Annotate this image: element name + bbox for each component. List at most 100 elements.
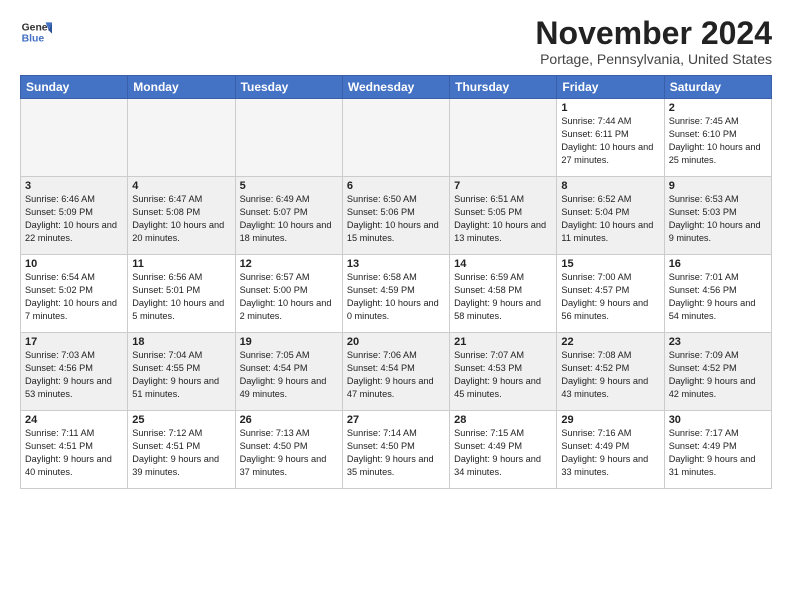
day-number: 24 [25,414,123,426]
day-number: 20 [347,336,445,348]
table-row: 13Sunrise: 6:58 AMSunset: 4:59 PMDayligh… [342,255,449,333]
table-row: 1Sunrise: 7:44 AMSunset: 6:11 PMDaylight… [557,99,664,177]
day-number: 4 [132,180,230,192]
day-info: Sunrise: 7:14 AMSunset: 4:50 PMDaylight:… [347,427,445,479]
day-info: Sunrise: 7:15 AMSunset: 4:49 PMDaylight:… [454,427,552,479]
day-number: 19 [240,336,338,348]
svg-text:Blue: Blue [22,34,45,45]
day-info: Sunrise: 6:50 AMSunset: 5:06 PMDaylight:… [347,193,445,245]
col-monday: Monday [128,76,235,99]
day-number: 30 [669,414,767,426]
day-number: 15 [561,258,659,270]
col-sunday: Sunday [21,76,128,99]
month-title: November 2024 [535,16,772,51]
calendar-week-row: 3Sunrise: 6:46 AMSunset: 5:09 PMDaylight… [21,177,772,255]
location-subtitle: Portage, Pennsylvania, United States [535,51,772,67]
day-info: Sunrise: 7:03 AMSunset: 4:56 PMDaylight:… [25,349,123,401]
table-row: 10Sunrise: 6:54 AMSunset: 5:02 PMDayligh… [21,255,128,333]
table-row: 11Sunrise: 6:56 AMSunset: 5:01 PMDayligh… [128,255,235,333]
table-row: 5Sunrise: 6:49 AMSunset: 5:07 PMDaylight… [235,177,342,255]
day-number: 5 [240,180,338,192]
day-number: 10 [25,258,123,270]
col-tuesday: Tuesday [235,76,342,99]
table-row: 28Sunrise: 7:15 AMSunset: 4:49 PMDayligh… [450,411,557,489]
table-row [235,99,342,177]
day-info: Sunrise: 6:47 AMSunset: 5:08 PMDaylight:… [132,193,230,245]
col-wednesday: Wednesday [342,76,449,99]
table-row: 18Sunrise: 7:04 AMSunset: 4:55 PMDayligh… [128,333,235,411]
table-row: 20Sunrise: 7:06 AMSunset: 4:54 PMDayligh… [342,333,449,411]
day-number: 2 [669,102,767,114]
table-row: 17Sunrise: 7:03 AMSunset: 4:56 PMDayligh… [21,333,128,411]
day-number: 27 [347,414,445,426]
table-row: 26Sunrise: 7:13 AMSunset: 4:50 PMDayligh… [235,411,342,489]
day-number: 29 [561,414,659,426]
calendar-week-row: 1Sunrise: 7:44 AMSunset: 6:11 PMDaylight… [21,99,772,177]
table-row: 14Sunrise: 6:59 AMSunset: 4:58 PMDayligh… [450,255,557,333]
day-info: Sunrise: 6:53 AMSunset: 5:03 PMDaylight:… [669,193,767,245]
day-number: 25 [132,414,230,426]
table-row: 30Sunrise: 7:17 AMSunset: 4:49 PMDayligh… [664,411,771,489]
day-number: 17 [25,336,123,348]
table-row: 23Sunrise: 7:09 AMSunset: 4:52 PMDayligh… [664,333,771,411]
day-info: Sunrise: 6:57 AMSunset: 5:00 PMDaylight:… [240,271,338,323]
calendar-table: Sunday Monday Tuesday Wednesday Thursday… [20,75,772,489]
logo: General Blue [20,16,52,48]
table-row: 8Sunrise: 6:52 AMSunset: 5:04 PMDaylight… [557,177,664,255]
table-row [450,99,557,177]
table-row: 21Sunrise: 7:07 AMSunset: 4:53 PMDayligh… [450,333,557,411]
day-info: Sunrise: 7:12 AMSunset: 4:51 PMDaylight:… [132,427,230,479]
table-row: 12Sunrise: 6:57 AMSunset: 5:00 PMDayligh… [235,255,342,333]
day-number: 18 [132,336,230,348]
day-info: Sunrise: 6:49 AMSunset: 5:07 PMDaylight:… [240,193,338,245]
table-row: 16Sunrise: 7:01 AMSunset: 4:56 PMDayligh… [664,255,771,333]
table-row: 4Sunrise: 6:47 AMSunset: 5:08 PMDaylight… [128,177,235,255]
day-info: Sunrise: 7:17 AMSunset: 4:49 PMDaylight:… [669,427,767,479]
day-info: Sunrise: 7:00 AMSunset: 4:57 PMDaylight:… [561,271,659,323]
day-info: Sunrise: 6:52 AMSunset: 5:04 PMDaylight:… [561,193,659,245]
day-number: 9 [669,180,767,192]
calendar-header-row: Sunday Monday Tuesday Wednesday Thursday… [21,76,772,99]
col-friday: Friday [557,76,664,99]
day-info: Sunrise: 7:04 AMSunset: 4:55 PMDaylight:… [132,349,230,401]
table-row: 9Sunrise: 6:53 AMSunset: 5:03 PMDaylight… [664,177,771,255]
table-row [128,99,235,177]
table-row [342,99,449,177]
day-number: 28 [454,414,552,426]
table-row: 22Sunrise: 7:08 AMSunset: 4:52 PMDayligh… [557,333,664,411]
table-row: 25Sunrise: 7:12 AMSunset: 4:51 PMDayligh… [128,411,235,489]
table-row [21,99,128,177]
day-info: Sunrise: 6:59 AMSunset: 4:58 PMDaylight:… [454,271,552,323]
day-number: 6 [347,180,445,192]
day-info: Sunrise: 7:44 AMSunset: 6:11 PMDaylight:… [561,115,659,167]
day-number: 22 [561,336,659,348]
calendar-week-row: 10Sunrise: 6:54 AMSunset: 5:02 PMDayligh… [21,255,772,333]
day-info: Sunrise: 7:11 AMSunset: 4:51 PMDaylight:… [25,427,123,479]
day-number: 13 [347,258,445,270]
day-info: Sunrise: 7:06 AMSunset: 4:54 PMDaylight:… [347,349,445,401]
day-info: Sunrise: 7:05 AMSunset: 4:54 PMDaylight:… [240,349,338,401]
table-row: 3Sunrise: 6:46 AMSunset: 5:09 PMDaylight… [21,177,128,255]
table-row: 24Sunrise: 7:11 AMSunset: 4:51 PMDayligh… [21,411,128,489]
header: General Blue November 2024 Portage, Penn… [20,16,772,67]
day-info: Sunrise: 6:51 AMSunset: 5:05 PMDaylight:… [454,193,552,245]
day-number: 12 [240,258,338,270]
day-number: 21 [454,336,552,348]
table-row: 29Sunrise: 7:16 AMSunset: 4:49 PMDayligh… [557,411,664,489]
day-info: Sunrise: 6:54 AMSunset: 5:02 PMDaylight:… [25,271,123,323]
day-info: Sunrise: 7:09 AMSunset: 4:52 PMDaylight:… [669,349,767,401]
table-row: 7Sunrise: 6:51 AMSunset: 5:05 PMDaylight… [450,177,557,255]
day-info: Sunrise: 7:45 AMSunset: 6:10 PMDaylight:… [669,115,767,167]
col-thursday: Thursday [450,76,557,99]
day-info: Sunrise: 6:46 AMSunset: 5:09 PMDaylight:… [25,193,123,245]
day-number: 3 [25,180,123,192]
day-number: 23 [669,336,767,348]
day-number: 7 [454,180,552,192]
logo-icon: General Blue [20,16,52,48]
table-row: 27Sunrise: 7:14 AMSunset: 4:50 PMDayligh… [342,411,449,489]
calendar-week-row: 17Sunrise: 7:03 AMSunset: 4:56 PMDayligh… [21,333,772,411]
day-number: 11 [132,258,230,270]
table-row: 19Sunrise: 7:05 AMSunset: 4:54 PMDayligh… [235,333,342,411]
title-area: November 2024 Portage, Pennsylvania, Uni… [535,16,772,67]
table-row: 2Sunrise: 7:45 AMSunset: 6:10 PMDaylight… [664,99,771,177]
